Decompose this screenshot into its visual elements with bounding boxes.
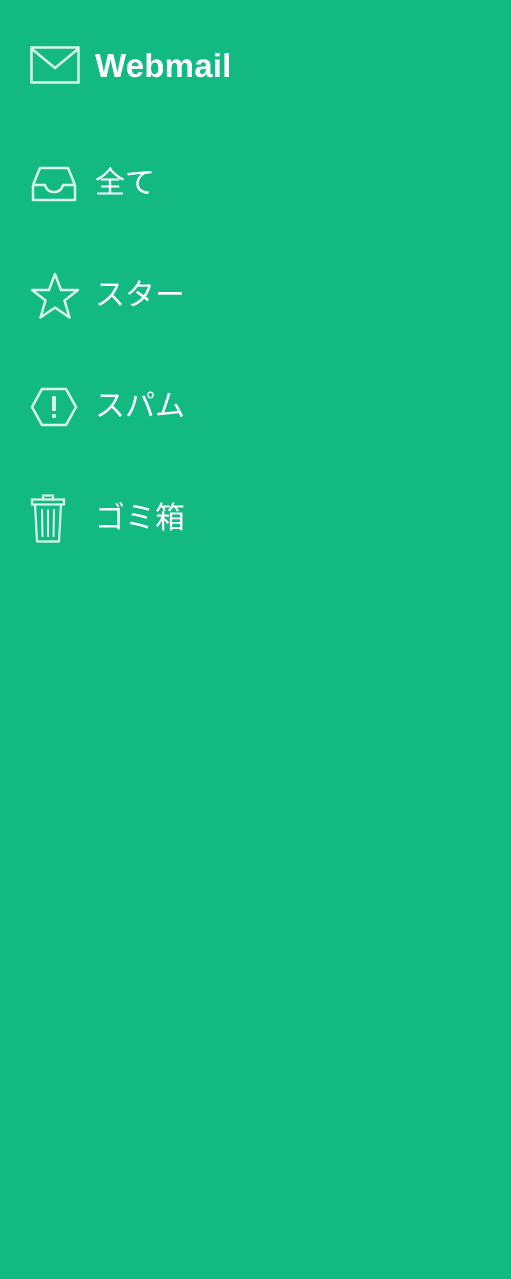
app-title: Webmail bbox=[95, 46, 232, 84]
sidebar-item-all[interactable]: 全て bbox=[30, 159, 480, 209]
sidebar: Webmail 全て スター スパム ゴミ箱 bbox=[0, 0, 511, 1279]
brand-header[interactable]: Webmail bbox=[30, 44, 232, 86]
sidebar-item-starred[interactable]: スター bbox=[30, 271, 480, 321]
star-icon bbox=[30, 271, 80, 321]
sidebar-item-spam[interactable]: スパム bbox=[30, 382, 480, 432]
spam-warning-icon bbox=[30, 382, 80, 432]
sidebar-item-label: 全て bbox=[95, 166, 155, 201]
trash-icon bbox=[30, 494, 80, 544]
mail-envelope-icon bbox=[30, 45, 80, 85]
inbox-tray-icon bbox=[30, 159, 80, 209]
sidebar-item-label: スパム bbox=[95, 389, 185, 424]
sidebar-item-label: ゴミ箱 bbox=[95, 501, 185, 536]
sidebar-item-label: スター bbox=[95, 278, 185, 313]
sidebar-item-trash[interactable]: ゴミ箱 bbox=[30, 494, 480, 544]
